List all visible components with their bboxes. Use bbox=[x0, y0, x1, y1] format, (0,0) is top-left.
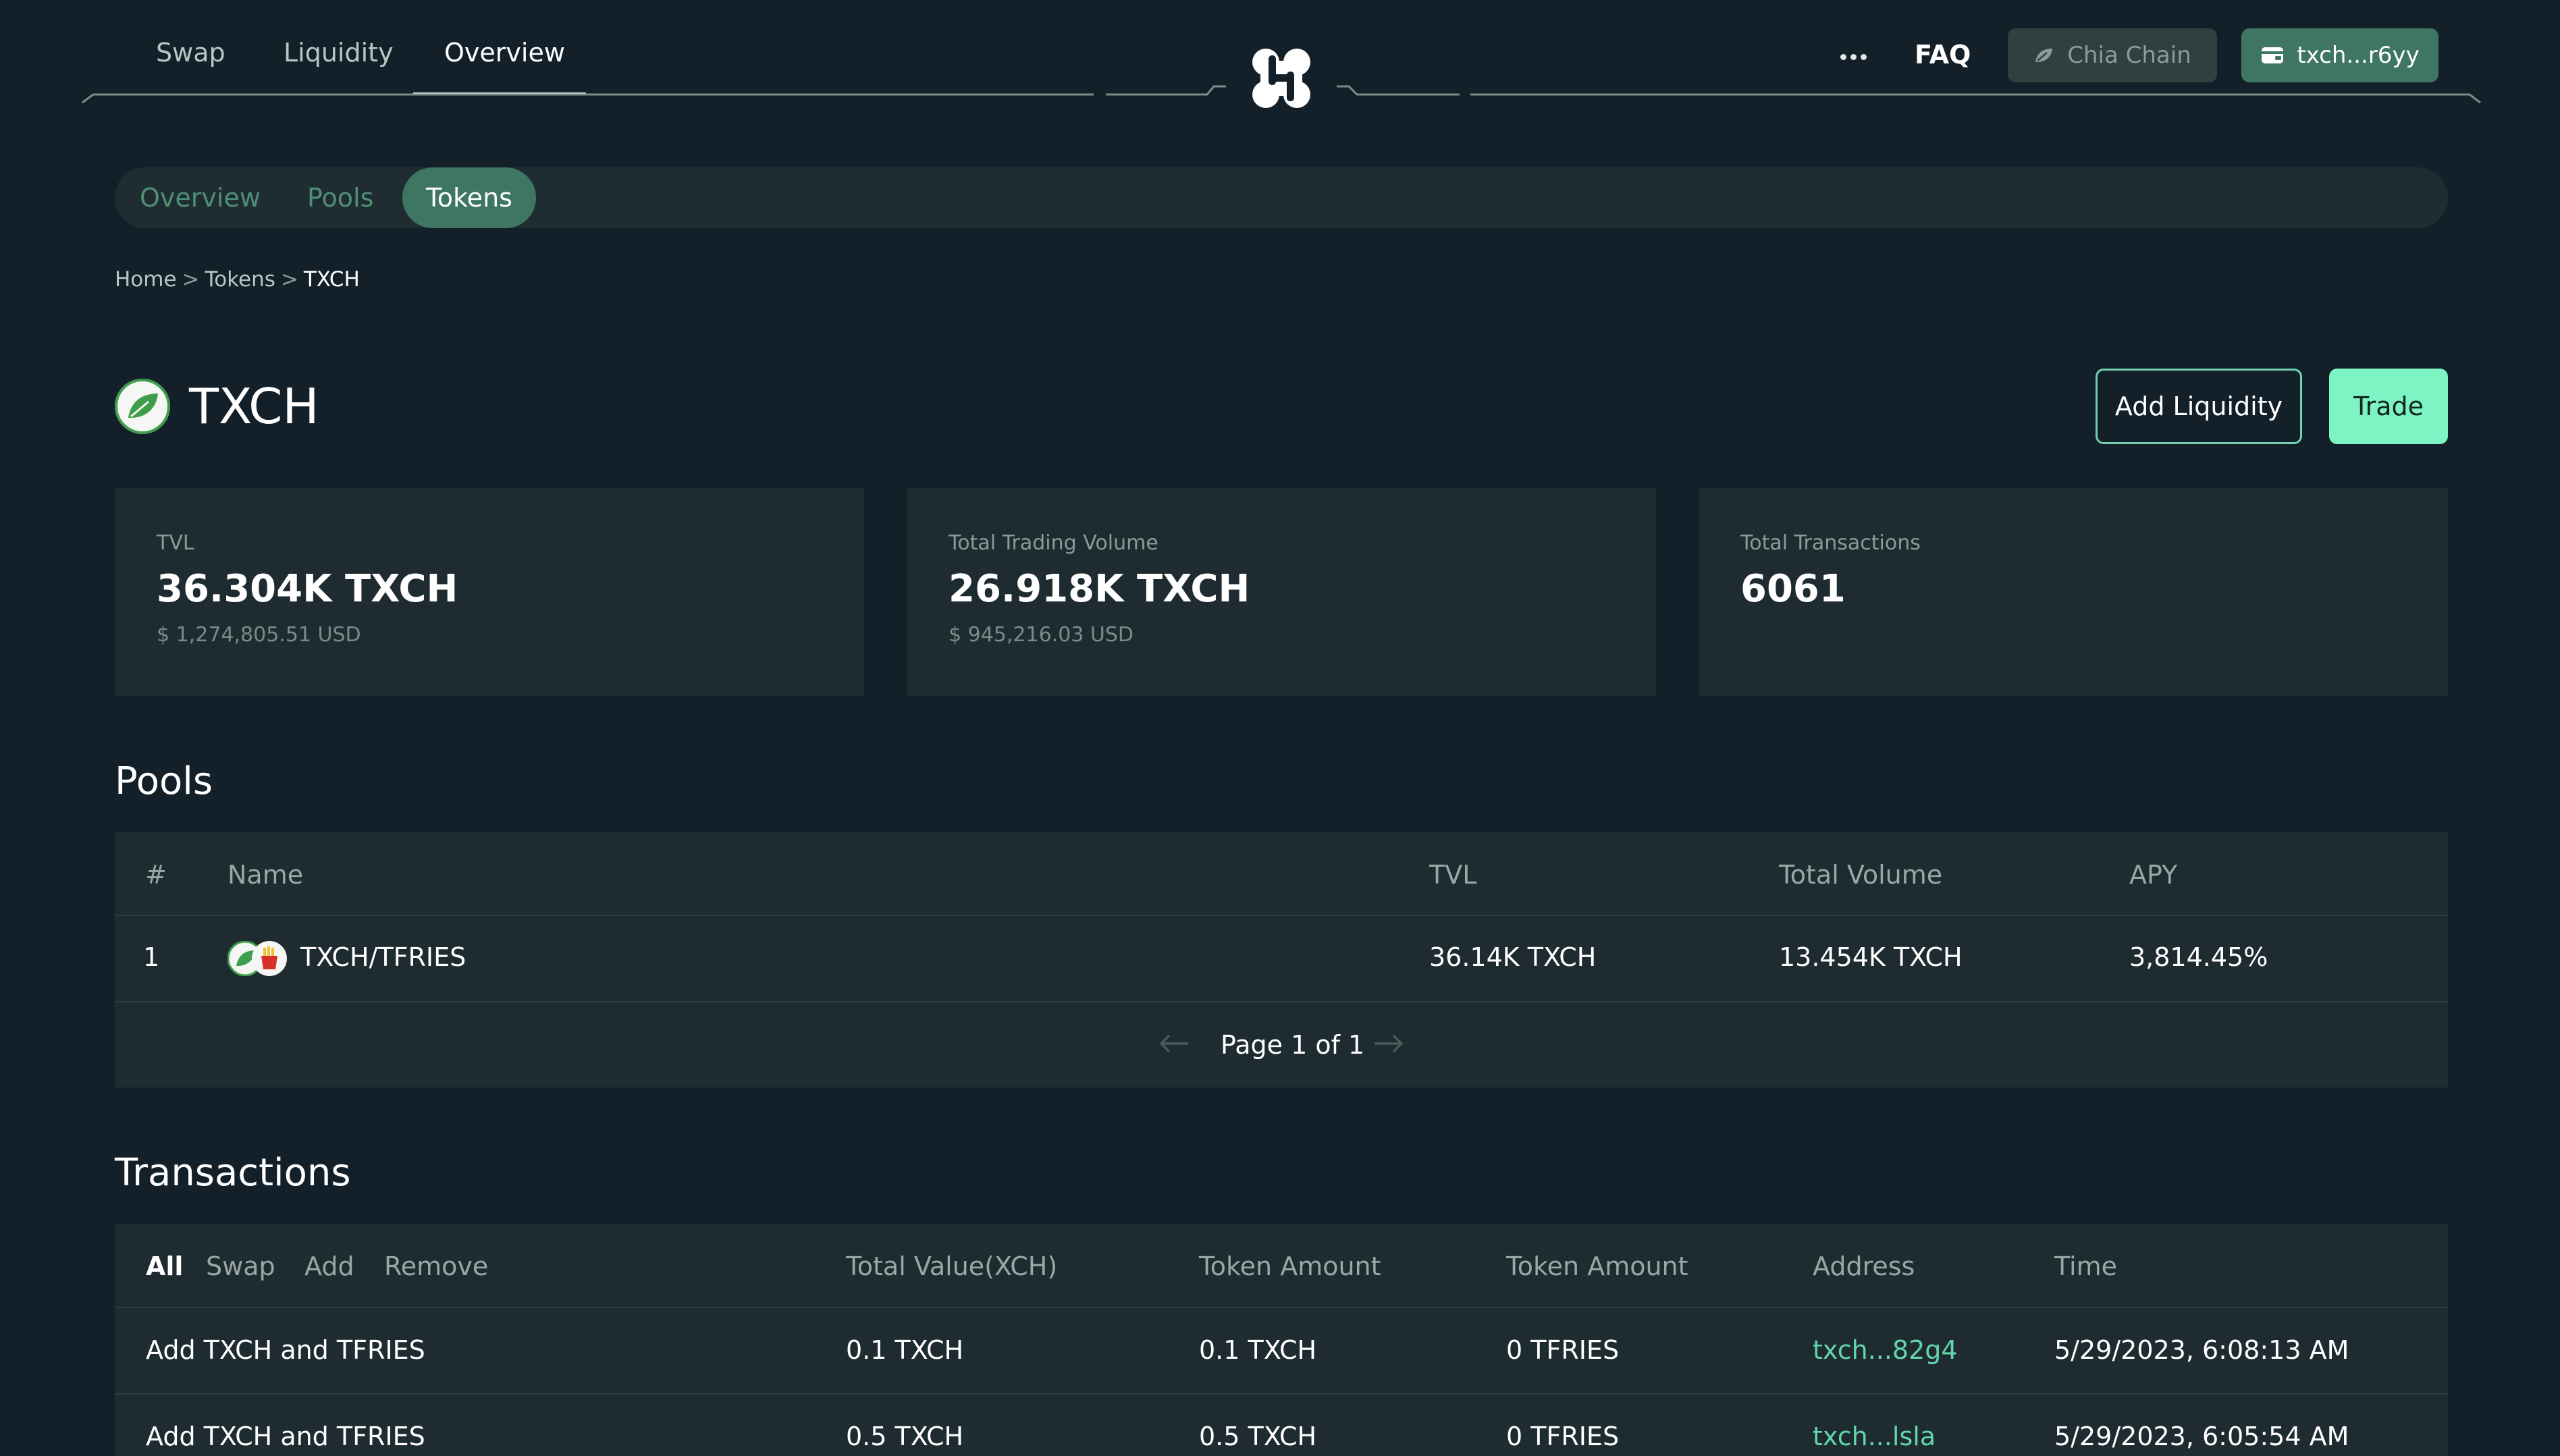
row-divider bbox=[115, 1307, 2448, 1308]
pool-pair-icons bbox=[226, 940, 291, 977]
breadcrumb-tokens[interactable]: Tokens bbox=[205, 267, 275, 292]
filter-swap[interactable]: Swap bbox=[206, 1247, 275, 1285]
leaf-icon bbox=[115, 379, 170, 434]
tx-action[interactable]: Add TXCH and TFRIES bbox=[146, 1418, 425, 1455]
nav-overview-link[interactable]: Overview bbox=[444, 34, 565, 72]
wallet-address-label: txch...r6yy bbox=[2297, 42, 2420, 69]
trade-button[interactable]: Trade bbox=[2329, 369, 2448, 444]
tx-time: 5/29/2023, 6:08:13 AM bbox=[2054, 1335, 2349, 1365]
pool-tvl: 36.14K TXCH bbox=[1429, 942, 1597, 972]
column-header[interactable]: Total Volume bbox=[1779, 856, 1942, 894]
tx-address-link[interactable]: txch...lsla bbox=[1813, 1418, 1936, 1455]
tx-total-value: 0.1 TXCH bbox=[846, 1335, 964, 1365]
wallet-icon bbox=[2262, 47, 2284, 63]
filter-remove[interactable]: Remove bbox=[384, 1247, 488, 1285]
filter-add[interactable]: Add bbox=[304, 1247, 354, 1285]
filter-all[interactable]: All bbox=[146, 1247, 183, 1285]
tx-token-amount: 0 TFRIES bbox=[1506, 1335, 1620, 1365]
tx-token-amount: 0.1 TXCH bbox=[1199, 1335, 1317, 1365]
column-header[interactable]: APY bbox=[2129, 856, 2177, 894]
arrow-left-icon[interactable] bbox=[1157, 1031, 1191, 1056]
nav-divider-left bbox=[82, 93, 1094, 104]
tx-total-value: 0.5 TXCH bbox=[846, 1422, 964, 1451]
tx-token-amount: 0.5 TXCH bbox=[1199, 1422, 1317, 1451]
chain-label: Chia Chain bbox=[2067, 42, 2191, 69]
tibetswap-logo-icon[interactable] bbox=[1246, 46, 1317, 111]
fries-icon bbox=[252, 941, 287, 976]
overview-subtabs: Overview Pools Tokens bbox=[115, 167, 2448, 228]
pool-apy: 3,814.45% bbox=[2129, 942, 2268, 972]
tab-overview[interactable]: Overview bbox=[140, 167, 261, 228]
stat-usd-value: $ 945,216.03 USD bbox=[949, 623, 1134, 647]
column-header[interactable]: Total Value(XCH) bbox=[846, 1247, 1057, 1285]
pool-name[interactable]: TXCH/TFRIES bbox=[300, 938, 466, 976]
column-header[interactable]: Token Amount bbox=[1199, 1247, 1381, 1285]
stat-value: 36.304K TXCH bbox=[157, 567, 458, 611]
column-header[interactable]: Token Amount bbox=[1506, 1247, 1688, 1285]
stat-value: 26.918K TXCH bbox=[949, 567, 1250, 611]
tx-action[interactable]: Add TXCH and TFRIES bbox=[146, 1331, 425, 1369]
token-title: TXCH bbox=[189, 378, 319, 435]
breadcrumb-separator: > bbox=[280, 267, 298, 292]
tab-tokens[interactable]: Tokens bbox=[402, 167, 536, 228]
column-header[interactable]: TVL bbox=[1429, 856, 1476, 894]
pool-index: 1 bbox=[143, 942, 160, 972]
stat-value: 6061 bbox=[1740, 567, 1846, 611]
add-liquidity-button[interactable]: Add Liquidity bbox=[2096, 369, 2302, 444]
more-dots-icon[interactable] bbox=[1840, 54, 1867, 61]
stat-label: TVL bbox=[157, 531, 194, 555]
faq-link[interactable]: FAQ bbox=[1915, 37, 1971, 72]
column-header: Address bbox=[1813, 1251, 1915, 1281]
breadcrumb-home[interactable]: Home bbox=[115, 267, 177, 292]
pool-volume: 13.454K TXCH bbox=[1779, 942, 1963, 972]
stat-label: Total Transactions bbox=[1740, 531, 1921, 555]
row-divider bbox=[115, 915, 2448, 916]
stat-card-tvl: TVL 36.304K TXCH $ 1,274,805.51 USD bbox=[115, 488, 864, 696]
tx-token-amount: 0 TFRIES bbox=[1506, 1422, 1620, 1451]
breadcrumb-separator: > bbox=[182, 267, 200, 292]
tab-pools[interactable]: Pools bbox=[307, 167, 373, 228]
nav-liquidity-link[interactable]: Liquidity bbox=[284, 34, 394, 72]
stat-label: Total Trading Volume bbox=[949, 531, 1158, 555]
column-header[interactable]: Name bbox=[228, 856, 303, 894]
wallet-button[interactable]: txch...r6yy bbox=[2241, 28, 2438, 82]
nav-divider-right bbox=[1470, 93, 2481, 104]
nav-swap-link[interactable]: Swap bbox=[156, 34, 225, 72]
breadcrumb: Home > Tokens > TXCH bbox=[115, 265, 360, 294]
pools-section-title: Pools bbox=[115, 759, 213, 803]
top-navigation: Swap Liquidity Overview FAQ Chia Chain t… bbox=[0, 0, 2560, 108]
row-divider bbox=[115, 1393, 2448, 1395]
row-divider bbox=[115, 1001, 2448, 1002]
column-header: # bbox=[145, 860, 167, 890]
pagination-label: Page 1 of 1 bbox=[1221, 1030, 1365, 1060]
breadcrumb-current: TXCH bbox=[303, 267, 360, 292]
column-header[interactable]: Time bbox=[2054, 1247, 2117, 1285]
chia-leaf-icon bbox=[2035, 49, 2053, 62]
tx-address-link[interactable]: txch...82g4 bbox=[1813, 1331, 1958, 1369]
chain-selector-button[interactable]: Chia Chain bbox=[2008, 28, 2217, 82]
transactions-section-title: Transactions bbox=[115, 1151, 351, 1195]
tx-time: 5/29/2023, 6:05:54 AM bbox=[2054, 1422, 2349, 1451]
stat-card-volume: Total Trading Volume 26.918K TXCH $ 945,… bbox=[907, 488, 1656, 696]
arrow-right-icon[interactable] bbox=[1372, 1031, 1406, 1056]
stat-usd-value: $ 1,274,805.51 USD bbox=[157, 623, 361, 647]
stat-card-transactions: Total Transactions 6061 bbox=[1699, 488, 2448, 696]
